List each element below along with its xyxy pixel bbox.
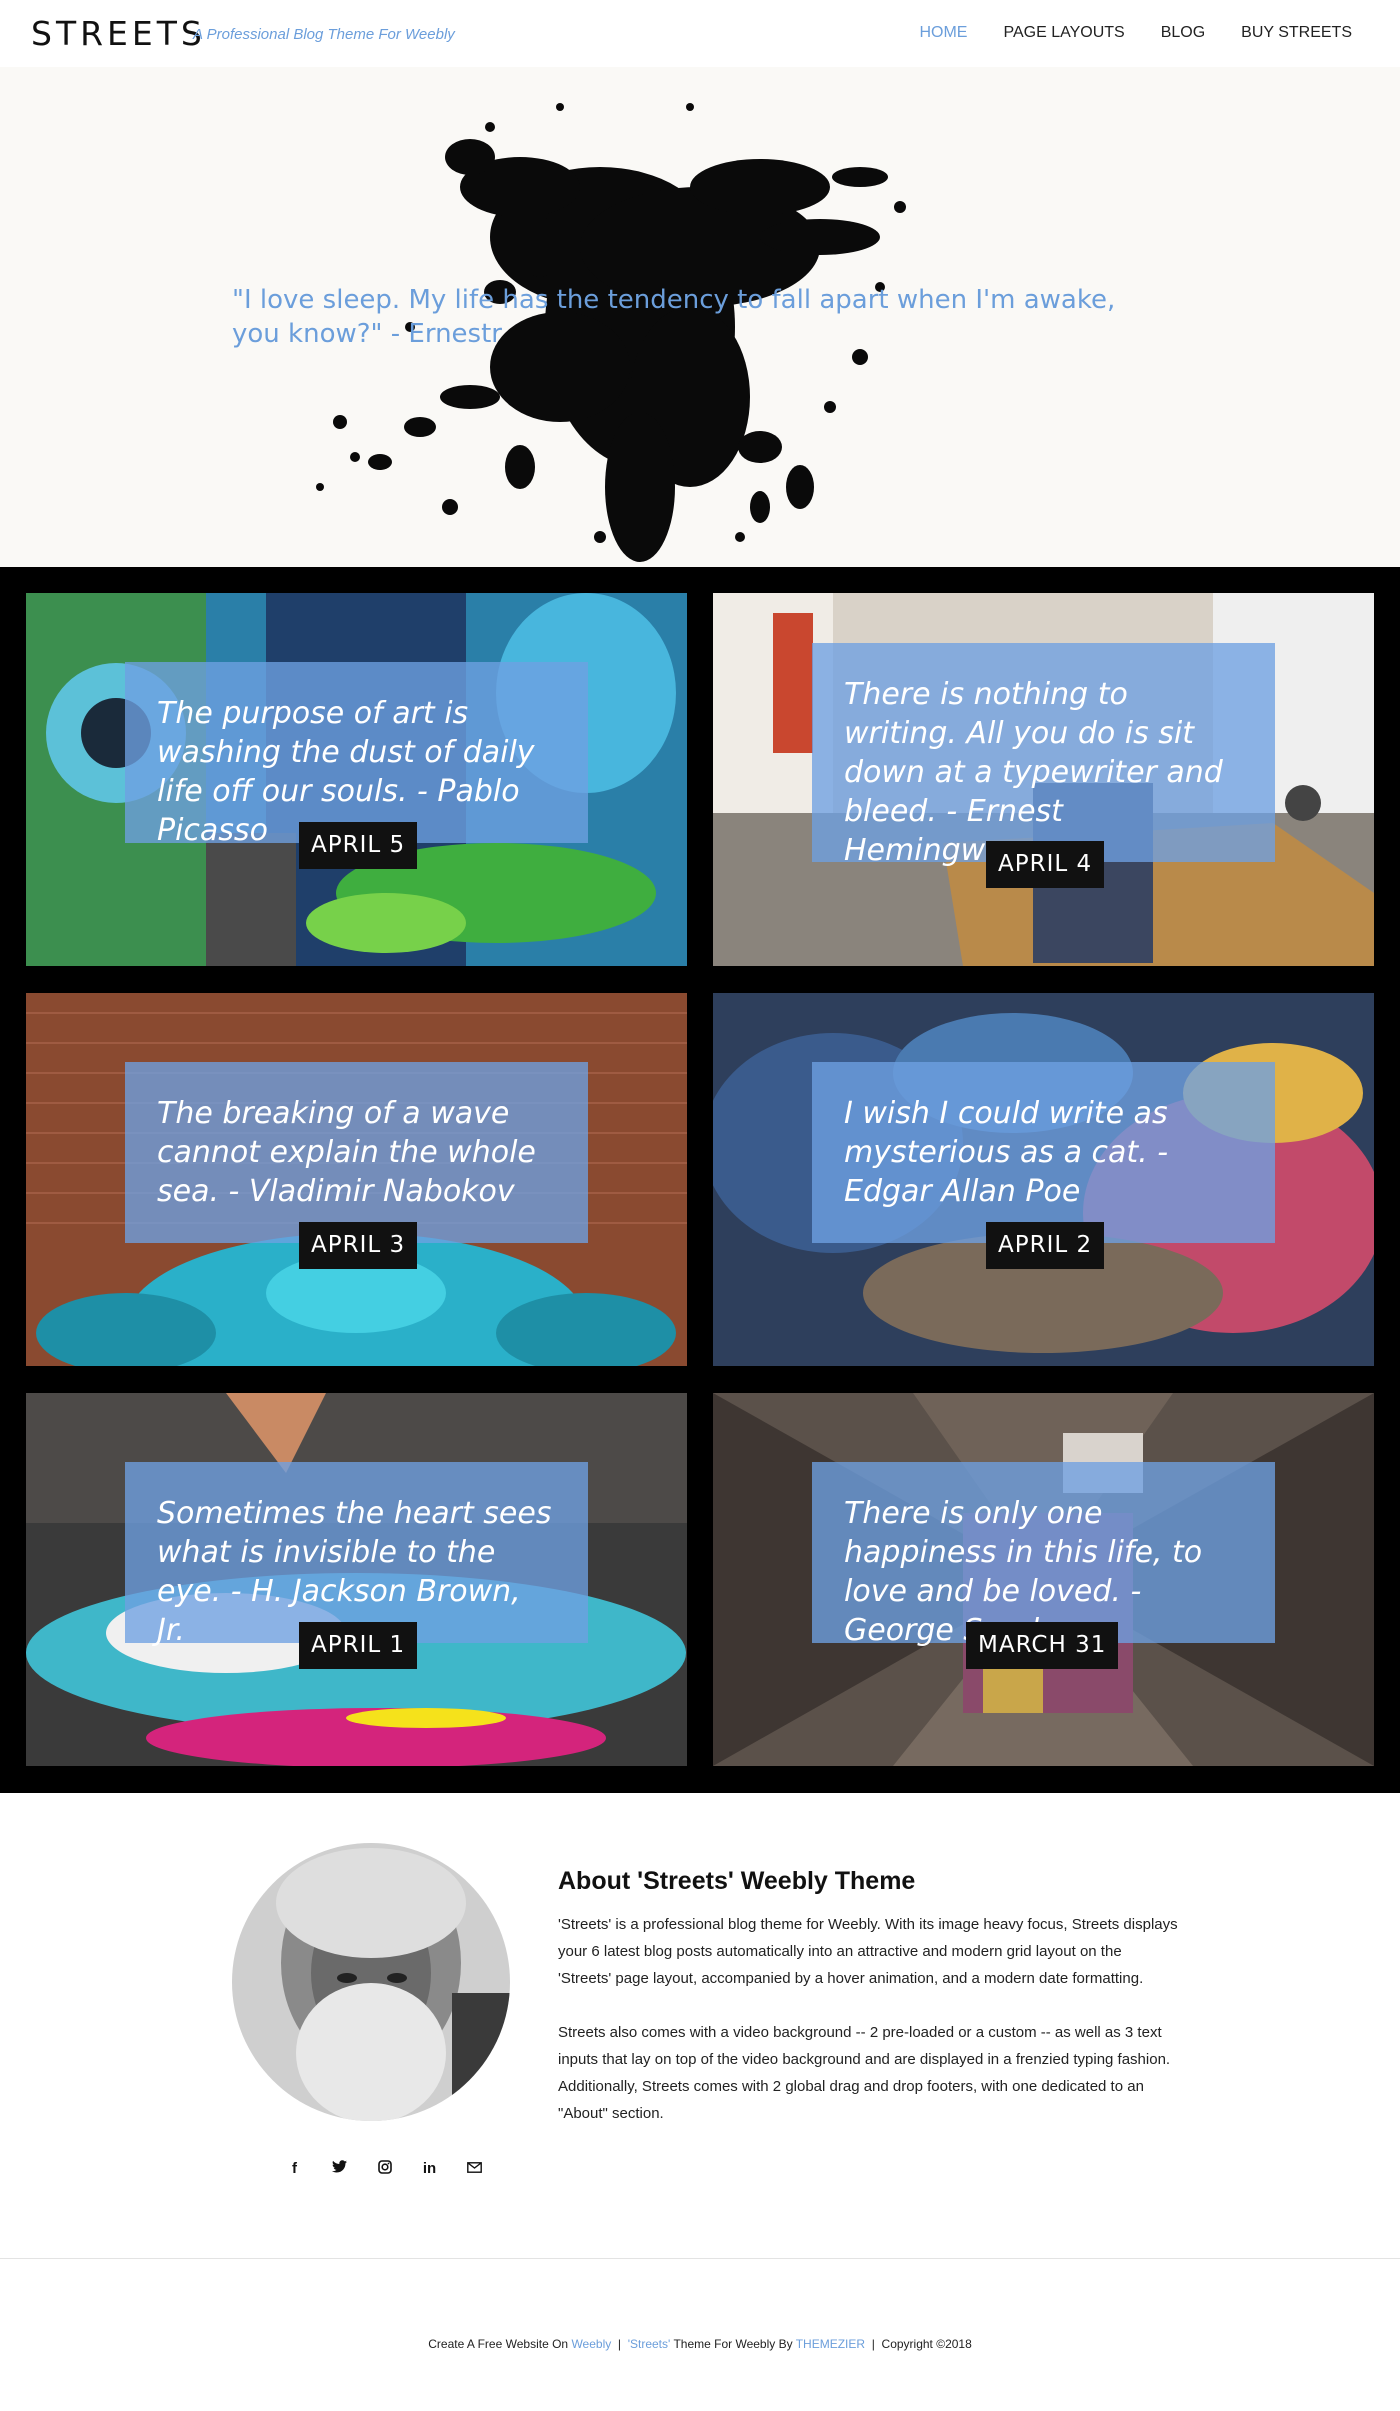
about-paragraph: 'Streets' is a professional blog theme f… (558, 1916, 1178, 1987)
post-quote: The breaking of a wave cannot explain th… (157, 1096, 536, 1209)
nav-page-layouts[interactable]: PAGE LAYOUTS (1003, 24, 1124, 42)
post-quote-card: There is nothing to writing. All you do … (812, 643, 1275, 868)
nav-home[interactable]: HOME (919, 24, 967, 42)
post-tile[interactable]: The purpose of art is washing the dust o… (26, 593, 687, 966)
post-tile[interactable]: There is nothing to writing. All you do … (713, 593, 1374, 966)
footer-text: Create A Free Website On (428, 2337, 569, 2351)
post-date: APRIL 2 (986, 1222, 1105, 1269)
post-quote: I wish I could write as mysterious as a … (844, 1096, 1169, 1209)
streets-link[interactable]: 'Streets' (628, 2337, 671, 2351)
post-date: APRIL 3 (299, 1222, 418, 1269)
email-icon[interactable] (452, 2160, 497, 2178)
social-links: f in (272, 2160, 497, 2178)
copyright-text: Copyright ©2018 (881, 2337, 972, 2351)
hero-quote: "I love sleep. My life has the tendency … (232, 285, 1116, 349)
linkedin-icon[interactable]: in (407, 2160, 452, 2178)
section-divider (0, 2258, 1400, 2259)
facebook-icon[interactable]: f (272, 2160, 317, 2178)
site-header: STREETS A Professional Blog Theme For We… (0, 0, 1400, 67)
main-nav: HOME PAGE LAYOUTS BLOG BUY STREETS (883, 24, 1352, 42)
site-footer: Create A Free Website On Weebly | 'Stree… (0, 2260, 1400, 2411)
post-tile[interactable]: I wish I could write as mysterious as a … (713, 993, 1374, 1366)
post-date: APRIL 4 (986, 841, 1105, 888)
about-paragraph: Streets also comes with a video backgrou… (558, 2024, 1171, 2122)
about-section: f in About 'Streets' Weebly Theme 'Stree… (0, 1793, 1400, 2260)
post-date: APRIL 5 (299, 822, 418, 869)
post-tile[interactable]: The breaking of a wave cannot explain th… (26, 993, 687, 1366)
post-quote-card: The breaking of a wave cannot explain th… (125, 1062, 588, 1243)
footer-credits: Create A Free Website On Weebly | 'Stree… (0, 2337, 1400, 2351)
themezier-link[interactable]: THEMEZIER (796, 2337, 865, 2351)
instagram-icon[interactable] (362, 2160, 407, 2178)
footer-separator: | (871, 2337, 875, 2351)
post-quote-card: There is only one happiness in this life… (812, 1462, 1275, 1648)
post-date: MARCH 31 (966, 1622, 1119, 1669)
twitter-icon[interactable] (317, 2160, 362, 2178)
site-logo[interactable]: STREETS (31, 14, 206, 53)
post-date: APRIL 1 (299, 1622, 418, 1669)
hero-banner: "I love sleep. My life has the tendency … (0, 67, 1400, 567)
post-tile[interactable]: There is only one happiness in this life… (713, 1393, 1374, 1766)
post-quote-card: Sometimes the heart sees what is invisib… (125, 1462, 588, 1648)
footer-separator: | (617, 2337, 622, 2351)
footer-text: Theme For Weebly By (673, 2337, 793, 2351)
about-body: 'Streets' is a professional blog theme f… (558, 1911, 1178, 2154)
about-title: About 'Streets' Weebly Theme (558, 1867, 916, 1895)
author-photo-image (232, 1843, 510, 2121)
nav-blog[interactable]: BLOG (1161, 24, 1205, 42)
post-quote-card: The purpose of art is washing the dust o… (125, 662, 588, 848)
author-avatar (232, 1843, 510, 2121)
nav-buy-streets[interactable]: BUY STREETS (1241, 24, 1352, 42)
site-tagline: A Professional Blog Theme For Weebly (193, 26, 455, 43)
post-tile[interactable]: Sometimes the heart sees what is invisib… (26, 1393, 687, 1766)
post-quote-card: I wish I could write as mysterious as a … (812, 1062, 1275, 1243)
weebly-link[interactable]: Weebly (571, 2337, 611, 2351)
blog-post-grid: The purpose of art is washing the dust o… (0, 567, 1400, 1793)
